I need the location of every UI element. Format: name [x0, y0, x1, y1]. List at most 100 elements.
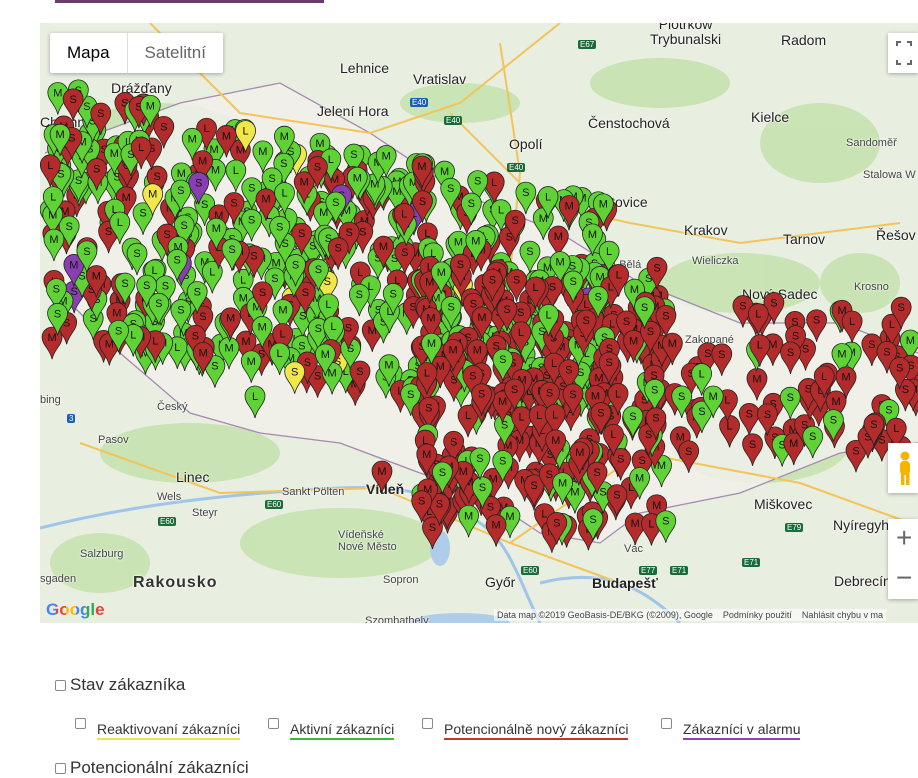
terms-link[interactable]: Podmínky použití	[723, 610, 792, 620]
customer-marker[interactable]: M	[746, 367, 768, 401]
svg-text:S: S	[469, 370, 476, 382]
map-container[interactable]: Piotrków Trybunalski Radom Lehnice Vrati…	[40, 23, 918, 623]
filter-option-active[interactable]: Aktivní zákazníci	[268, 718, 395, 740]
fullscreen-button[interactable]	[888, 33, 918, 73]
svg-text:L: L	[606, 246, 612, 258]
svg-text:S: S	[139, 208, 146, 220]
svg-text:S: S	[638, 455, 645, 467]
reactivated-checkbox[interactable]	[75, 718, 86, 729]
customer-marker[interactable]: M	[458, 504, 479, 538]
svg-text:S: S	[268, 173, 275, 185]
svg-text:L: L	[330, 321, 336, 333]
customer-marker[interactable]: S	[823, 409, 844, 442]
svg-text:M: M	[473, 345, 482, 357]
svg-text:M: M	[53, 88, 62, 100]
customer-marker[interactable]: S	[655, 510, 677, 543]
map-type-satellite-button[interactable]: Satelitní	[126, 33, 223, 73]
svg-text:S: S	[447, 183, 454, 195]
svg-text:S: S	[162, 281, 169, 293]
customer-marker[interactable]: L	[841, 310, 863, 344]
group-label: Potencionální zákazníci	[70, 758, 249, 777]
customer-marker[interactable]: M	[624, 512, 646, 546]
svg-text:S: S	[511, 384, 518, 396]
customer-marker[interactable]: S	[711, 343, 733, 376]
svg-text:S: S	[499, 455, 506, 467]
svg-text:L: L	[328, 154, 334, 166]
customer-marker[interactable]: L	[719, 415, 740, 448]
customer-marker[interactable]: L	[244, 385, 266, 419]
customer-marker[interactable]: S	[738, 403, 760, 436]
svg-text:M: M	[454, 236, 463, 248]
report-error-link[interactable]: Nahlásit chybu v ma	[802, 610, 883, 620]
svg-text:S: S	[276, 221, 283, 233]
svg-text:S: S	[678, 391, 685, 403]
svg-text:S: S	[517, 307, 524, 319]
customer-marker[interactable]: S	[802, 425, 824, 459]
svg-text:S: S	[739, 301, 746, 313]
customer-marker[interactable]: S	[284, 361, 306, 394]
svg-text:L: L	[616, 270, 622, 282]
customer-marker[interactable]: M	[485, 514, 507, 547]
customer-status-checkbox[interactable]	[55, 679, 66, 691]
customer-marker[interactable]: S	[780, 341, 801, 374]
svg-text:M: M	[379, 241, 388, 253]
svg-text:M: M	[280, 131, 289, 143]
customer-marker[interactable]: S	[678, 440, 700, 473]
svg-text:S: S	[401, 247, 408, 259]
svg-text:S: S	[662, 310, 669, 322]
svg-text:M: M	[599, 199, 608, 211]
customer-marker[interactable]: M	[371, 460, 393, 494]
svg-text:L: L	[552, 409, 558, 421]
alarm-checkbox[interactable]	[661, 718, 672, 729]
customer-marker[interactable]: S	[515, 181, 537, 215]
filter-option-potential[interactable]: Potencionálně nový zákazníci	[422, 718, 629, 740]
svg-text:M: M	[449, 344, 458, 356]
svg-text:M: M	[551, 435, 560, 447]
customer-marker[interactable]: M	[240, 350, 262, 383]
map-type-control: Mapa Satelitní	[50, 33, 223, 73]
svg-text:S: S	[298, 228, 305, 240]
map-type-map-button[interactable]: Mapa	[50, 33, 127, 73]
svg-text:M: M	[146, 100, 155, 112]
customer-marker[interactable]: S	[806, 309, 827, 342]
svg-text:S: S	[304, 357, 311, 369]
svg-text:S: S	[594, 291, 601, 303]
svg-text:S: S	[65, 221, 72, 233]
svg-text:M: M	[427, 338, 436, 350]
customer-marker[interactable]: M	[558, 195, 580, 228]
filter-option-alarm[interactable]: Zákazníci v alarmu	[661, 718, 801, 740]
svg-text:S: S	[155, 298, 162, 310]
customer-marker[interactable]: M	[43, 228, 65, 262]
customer-marker[interactable]: S	[606, 484, 628, 517]
street-view-pegman-button[interactable]	[888, 443, 918, 493]
svg-text:S: S	[617, 453, 624, 465]
svg-text:M: M	[222, 130, 231, 142]
svg-text:M: M	[789, 438, 798, 450]
svg-text:S: S	[69, 94, 76, 106]
active-checkbox[interactable]	[268, 718, 279, 729]
svg-text:L: L	[281, 188, 287, 200]
customer-marker[interactable]: S	[348, 283, 370, 317]
svg-text:L: L	[47, 160, 53, 172]
svg-text:S: S	[605, 357, 612, 369]
potential-checkbox[interactable]	[422, 718, 433, 729]
filter-option-reactivated[interactable]: Reaktivovaní zákazníci	[75, 718, 241, 740]
customer-marker[interactable]: L	[747, 303, 769, 336]
zoom-in-button[interactable]: +	[888, 519, 918, 559]
svg-text:L: L	[401, 208, 407, 220]
zoom-out-button[interactable]: −	[888, 559, 918, 599]
customer-marker[interactable]: S	[779, 386, 801, 420]
svg-text:S: S	[476, 453, 483, 465]
svg-text:M: M	[631, 518, 640, 530]
customer-marker[interactable]: S	[519, 240, 541, 274]
svg-text:S: S	[597, 408, 604, 420]
customer-marker[interactable]: S	[742, 433, 763, 466]
potential-customers-checkbox[interactable]	[55, 762, 66, 774]
svg-text:S: S	[569, 276, 576, 288]
svg-text:L: L	[498, 205, 504, 217]
svg-text:M: M	[556, 257, 565, 269]
svg-text:S: S	[623, 316, 630, 328]
svg-text:S: S	[565, 365, 572, 377]
customer-marker[interactable]: M	[41, 326, 63, 360]
svg-text:L: L	[724, 395, 730, 407]
